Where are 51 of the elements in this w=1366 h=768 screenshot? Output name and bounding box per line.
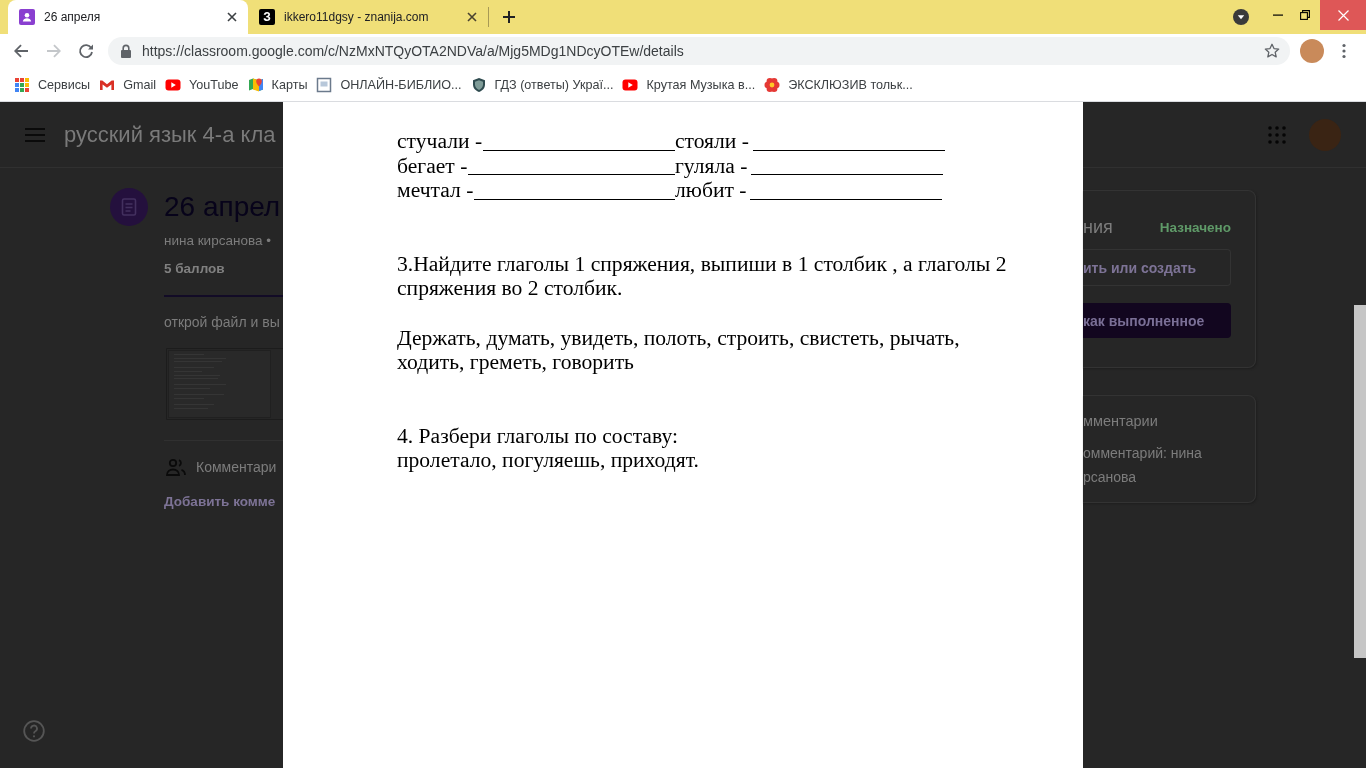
word-label: гуляла - xyxy=(675,153,748,179)
word-label: любит - xyxy=(675,178,747,203)
bookmark[interactable]: ОНЛАЙН-БИБЛИО... xyxy=(312,71,466,98)
task-text: пролетало, погуляешь, приходят. xyxy=(397,448,700,473)
shield-icon xyxy=(470,76,487,93)
tab[interactable]: З ikkero11dgsy - znanija.com xyxy=(248,0,488,34)
course-title[interactable]: русский язык 4-а кла xyxy=(64,121,276,148)
document-thumbnail-drawing[interactable] xyxy=(166,348,283,420)
flower-icon xyxy=(764,76,781,93)
bookmark[interactable]: Сервисы xyxy=(10,71,95,98)
task-text: Держать, думать, увидеть, полоть, строить, свистеть, рычать, ходить, греметь, говорить xyxy=(397,325,961,375)
bookmark[interactable]: ЭКСКЛЮЗИВ тольк... xyxy=(760,71,917,98)
mark-done-button[interactable]: как выполненное xyxy=(1083,303,1231,338)
scrollbar-thumb[interactable] xyxy=(1354,305,1366,658)
task-text: 3.Найдите глаголы 1 спряжения, выпиши в 1 столбик , а глаголы 2 спряжения во 2 столбик. xyxy=(397,251,1008,301)
bookmark[interactable]: ГДЗ (ответы) Украї... xyxy=(466,71,618,98)
word-label: стучали - xyxy=(397,129,483,154)
status-label: Назначено xyxy=(1159,219,1231,235)
map-pin-icon xyxy=(247,76,264,93)
person-badge-icon xyxy=(19,9,35,25)
people-icon xyxy=(166,458,186,476)
comments-heading: Комментари xyxy=(196,459,277,475)
reload-icon[interactable] xyxy=(78,43,94,59)
back-arrow-icon[interactable] xyxy=(13,43,29,59)
restore-icon[interactable] xyxy=(1299,10,1310,20)
bookmark[interactable]: Gmail xyxy=(95,71,161,98)
grid-icon xyxy=(14,76,30,93)
tab[interactable]: 26 апреля xyxy=(8,0,248,34)
task-text: 4. Разбери глаголы по составу: xyxy=(397,423,679,449)
word-label: мечтал - xyxy=(397,178,474,203)
word-label: стояли - xyxy=(675,129,749,154)
author-line: нина кирсанова • xyxy=(164,232,272,250)
page-icon xyxy=(316,76,333,93)
bookmark[interactable]: YouTube xyxy=(161,71,243,98)
instructions-text: открой файл и вы xyxy=(164,313,281,331)
comments-heading: мментарии xyxy=(1083,412,1159,431)
clipboard-icon xyxy=(110,188,148,226)
address-field[interactable]: https://classroom.google.com/c/NzMxNTQyOTA2NDVa/a/Mjg5MDg1NDcyOTEw/details xyxy=(108,37,1290,65)
points-label: 5 баллов xyxy=(164,260,226,278)
add-comment-link[interactable]: омментарий: нина рсанова xyxy=(1083,441,1231,489)
bookmark[interactable]: Карты xyxy=(243,71,312,98)
word-label: бегает - xyxy=(397,153,468,179)
star-icon[interactable] xyxy=(1264,43,1280,59)
letter-favicon-icon: З xyxy=(259,9,275,25)
lock-icon xyxy=(120,44,132,58)
card-heading: ния xyxy=(1083,216,1113,238)
plus-icon[interactable] xyxy=(501,9,517,25)
avatar[interactable] xyxy=(1300,39,1324,63)
caret-down-icon[interactable] xyxy=(1233,9,1249,25)
bookmark[interactable]: Крутая Музыка в... xyxy=(618,71,760,98)
close-icon xyxy=(1337,9,1349,21)
